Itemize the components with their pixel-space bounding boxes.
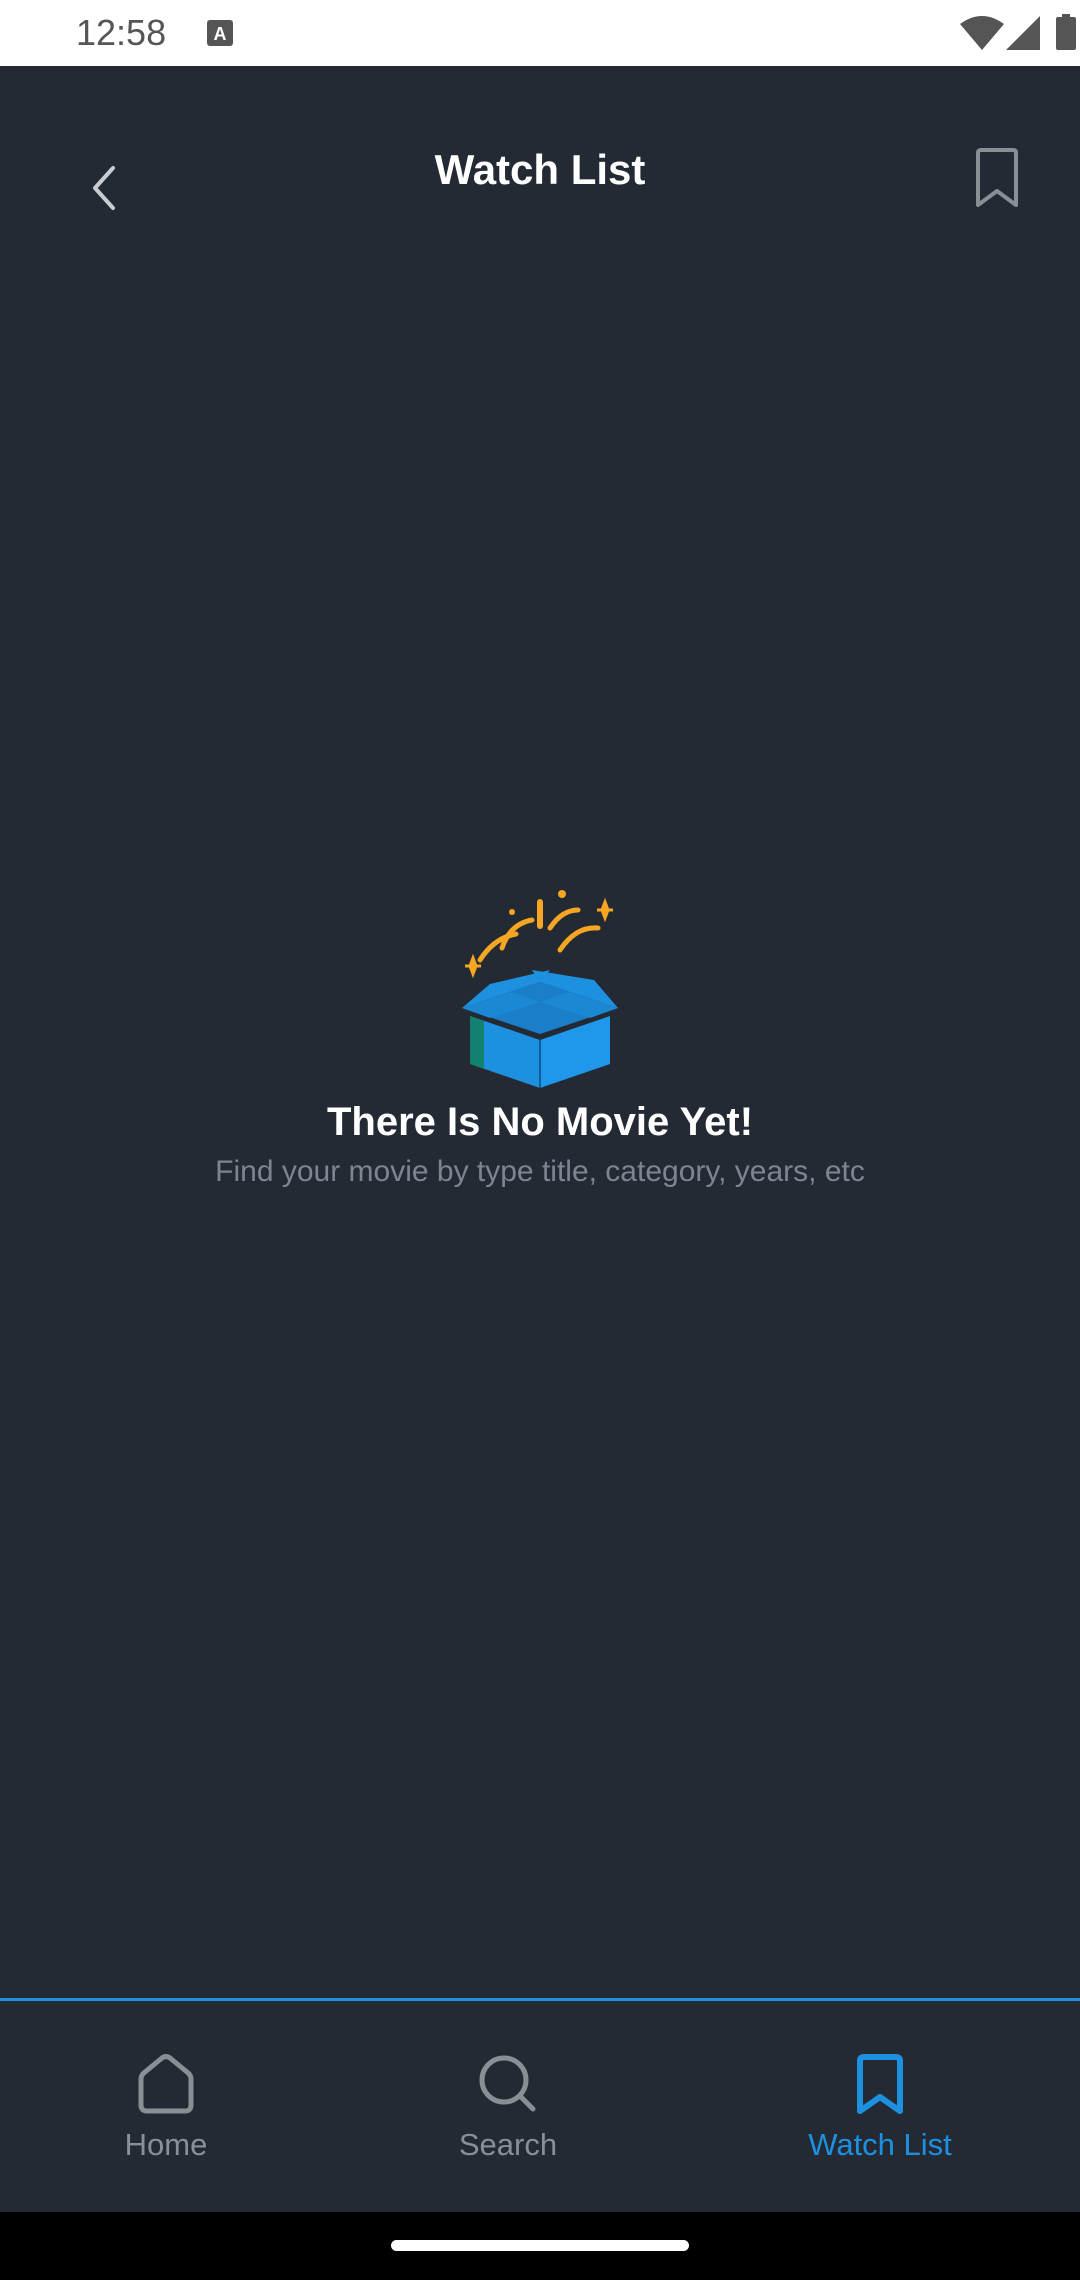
svg-text:A: A	[214, 24, 227, 44]
nav-label-watch-list: Watch List	[808, 2127, 952, 2162]
nav-item-search[interactable]: Search	[408, 2001, 608, 2215]
gesture-bar	[0, 2212, 1080, 2280]
status-icons	[880, 0, 1080, 66]
nav-item-home[interactable]: Home	[66, 2001, 266, 2215]
empty-subtitle: Find your movie by type title, category,…	[215, 1155, 865, 1188]
bookmark-icon	[857, 2054, 903, 2114]
search-icon	[479, 2055, 536, 2112]
bookmark-icon	[976, 148, 1018, 207]
bottom-nav: Home Search Watch List	[0, 1998, 1080, 2215]
status-bar: 12:58 A	[0, 0, 1080, 66]
bookmark-button[interactable]	[962, 138, 1032, 218]
nav-label-search: Search	[458, 2127, 558, 2162]
signal-icon	[1006, 16, 1040, 50]
a-notification-icon: A	[207, 20, 233, 46]
watch-list-screen: Watch List There Is No Movie Yet! Find y…	[0, 66, 1080, 2000]
wifi-icon	[960, 16, 1004, 50]
home-icon	[138, 2054, 194, 2114]
page-title: Watch List	[434, 146, 646, 193]
open-gift-box-icon	[462, 890, 618, 1088]
home-gesture-handle[interactable]	[391, 2240, 689, 2251]
nav-label-home: Home	[124, 2127, 208, 2162]
nav-item-watch-list[interactable]: Watch List	[760, 2001, 1000, 2215]
empty-title: There Is No Movie Yet!	[326, 1100, 754, 1144]
status-time: 12:58	[76, 12, 167, 53]
battery-icon	[1056, 14, 1076, 50]
empty-state: There Is No Movie Yet! Find your movie b…	[0, 888, 1080, 1189]
